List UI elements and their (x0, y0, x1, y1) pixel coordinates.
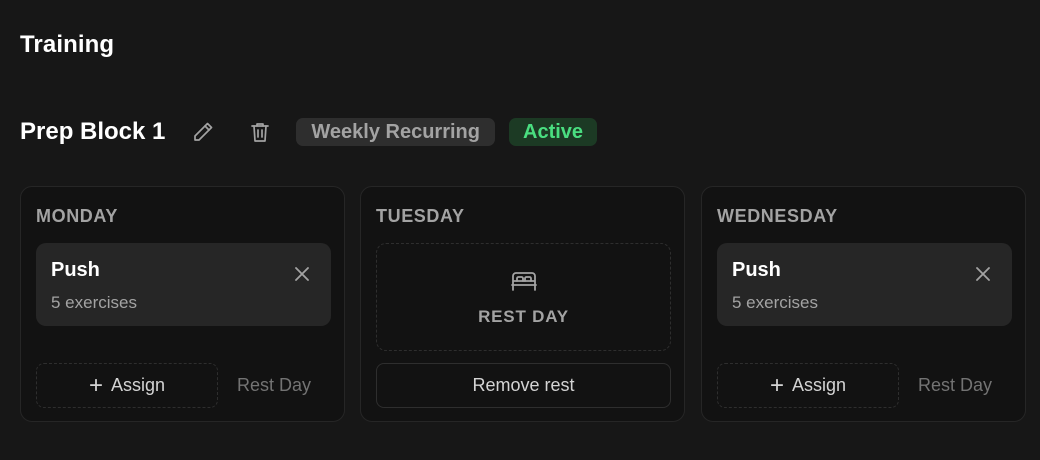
day-card-monday: MONDAY Push 5 exercises + Assign Rest Da… (20, 186, 345, 422)
day-title: WEDNESDAY (717, 206, 838, 226)
close-icon (976, 267, 990, 281)
rest-day-button[interactable]: Rest Day (237, 363, 311, 408)
recurrence-badge: Weekly Recurring (296, 118, 495, 146)
assign-button[interactable]: + Assign (717, 363, 899, 408)
pencil-icon (194, 122, 213, 141)
day-card-wednesday: WEDNESDAY Push 5 exercises + Assign Rest… (701, 186, 1026, 422)
close-icon (295, 267, 309, 281)
edit-block-button[interactable] (189, 118, 217, 146)
trash-icon (251, 123, 270, 142)
day-title: MONDAY (36, 206, 118, 226)
workout-name: Push (732, 259, 781, 281)
workout-name: Push (51, 259, 100, 281)
workout-card[interactable]: Push 5 exercises (717, 243, 1012, 326)
plus-icon: + (88, 371, 103, 399)
assign-button[interactable]: + Assign (36, 363, 218, 408)
rest-day-button[interactable]: Rest Day (918, 363, 992, 408)
page-title: Training (20, 31, 115, 58)
day-card-tuesday: TUESDAY REST DAY Remove rest (360, 186, 685, 422)
status-badge: Active (509, 118, 598, 146)
delete-block-button[interactable] (246, 118, 274, 146)
remove-rest-button[interactable]: Remove rest (376, 363, 671, 408)
exercise-count: 5 exercises (732, 293, 818, 312)
rest-day-placeholder: REST DAY (376, 243, 671, 351)
bed-icon (509, 268, 539, 294)
plus-icon: + (769, 371, 784, 399)
workout-card[interactable]: Push 5 exercises (36, 243, 331, 326)
exercise-count: 5 exercises (51, 293, 137, 312)
day-title: TUESDAY (376, 206, 465, 226)
block-name: Prep Block 1 (20, 118, 166, 145)
remove-workout-button[interactable] (293, 265, 311, 283)
remove-workout-button[interactable] (974, 265, 992, 283)
block-header: Prep Block 1 Weekly Recurring Active (20, 117, 598, 147)
rest-day-label: REST DAY (478, 307, 569, 326)
assign-label: Assign (110, 375, 166, 395)
assign-label: Assign (791, 375, 847, 395)
